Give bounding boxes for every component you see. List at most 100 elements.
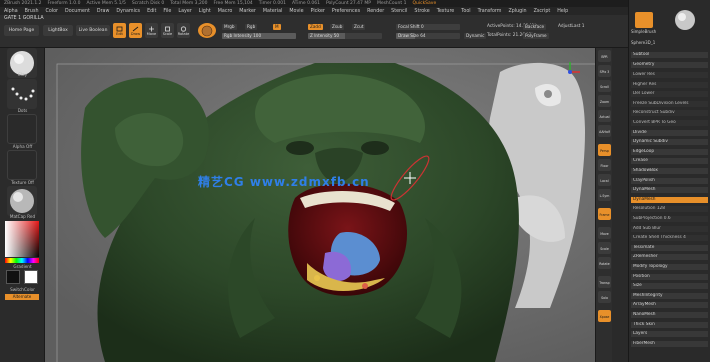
home-page-button[interactable]: Home Page [4,25,39,36]
document-canvas[interactable] [45,48,595,362]
tool-palette-row[interactable]: Create Shell Thickness 4 [631,235,708,242]
spix-button[interactable]: SPix 3 [598,65,611,77]
tool-palette-row[interactable]: ArrayMesh [631,302,708,309]
subtool-section[interactable]: Subtool [631,52,708,58]
stroke-selector[interactable] [7,79,37,109]
rotate-view-button[interactable]: Rotate [598,257,611,269]
tool-palette-row[interactable]: EdgeLoop [631,148,708,155]
tool-palette-row[interactable]: Thick Skin [631,321,708,328]
menu-item[interactable]: Color [45,9,58,14]
tool-palette-row[interactable]: MeshIntegrity [631,292,708,299]
quicksave-button[interactable]: QuickSave [412,1,436,6]
menu-item[interactable]: File [163,9,171,14]
menu-item[interactable]: Tool [461,9,470,14]
aahalf-button[interactable]: AAHalf [598,125,611,137]
zsub-toggle[interactable]: Zsub [330,24,345,30]
solo-button[interactable]: Solo [598,291,611,303]
secondary-color-swatch[interactable] [24,270,38,284]
tool-palette-row[interactable]: Tessimate [631,244,708,251]
menu-item[interactable]: Light [199,9,211,14]
move-view-button[interactable]: Move [598,227,611,239]
menu-item[interactable]: Document [65,9,90,14]
sphere-tool-thumb[interactable] [673,8,697,32]
color-picker[interactable] [5,221,39,257]
menu-item[interactable]: Marker [239,9,256,14]
menu-item[interactable]: Dynamics [116,9,140,14]
hue-slider[interactable] [5,258,39,263]
switch-color-button[interactable]: SwitchColor [0,287,45,292]
tool-palette-row[interactable]: ShadowBox [631,168,708,174]
frame-button[interactable]: Frame [598,208,611,220]
lsym-button[interactable]: L.Sym [598,189,611,201]
draw-size-slider[interactable]: Draw Size 64 [396,33,460,39]
rotate-button[interactable]: Rotate [177,23,190,38]
scale-view-button[interactable]: Scale [598,242,611,254]
lightbox-button[interactable]: LightBox [43,25,73,36]
polyframe-toggle[interactable]: PolyFrame [523,33,549,39]
scroll-button[interactable]: Scroll [598,80,611,92]
alpha-selector[interactable] [7,114,37,144]
tool-palette-row[interactable]: SubProjection 0.6 [631,216,708,222]
rgb-toggle[interactable]: Rgb [245,24,258,30]
tool-palette-row[interactable]: FiberMesh [631,340,708,347]
draw-button[interactable]: Draw [129,23,142,38]
dynamic-toggle[interactable]: Dynamic [464,33,487,39]
menu-item[interactable]: Macro [218,9,233,14]
zadd-toggle[interactable]: Zadd [308,24,323,30]
menu-item[interactable]: Stencil [391,9,407,14]
rgb-intensity-slider[interactable]: Rgb Intensity 100 [222,33,296,39]
texture-selector[interactable] [7,150,37,180]
zoom-button[interactable]: Zoom [598,95,611,107]
xpose-button[interactable]: Xpose [598,310,611,322]
tool-palette-row[interactable]: Higher Res [631,81,708,88]
zcut-toggle[interactable]: Zcut [352,24,366,30]
viewport-render[interactable] [45,48,595,362]
transp-button[interactable]: Transp [598,276,611,288]
move-button[interactable]: Move [145,23,158,38]
persp-button[interactable]: Persp [598,144,611,156]
bpr-button[interactable]: BPR [598,50,611,62]
menu-item[interactable]: Alpha [4,9,18,14]
tool-palette-row[interactable]: NanoMesh [631,312,708,318]
tool-palette-row[interactable]: Modify Topology [631,264,708,270]
material-sphere-button[interactable] [198,23,216,38]
menu-item[interactable]: Draw [97,9,110,14]
backface-toggle[interactable]: Backface [523,24,547,30]
local-button[interactable]: Local [598,174,611,186]
focal-shift-slider[interactable]: Focal Shift 0 [396,24,460,30]
menu-item[interactable]: Zscript [534,9,551,14]
tool-palette-row[interactable]: Resolution 128 [631,206,708,213]
m-toggle[interactable]: M [273,24,281,30]
tool-palette-row[interactable]: DynaMesh [631,187,708,194]
tool-palette-row[interactable]: Position [631,273,708,280]
menu-item[interactable]: Material [263,9,283,14]
tool-palette-row[interactable]: Crease [631,158,708,165]
menu-item[interactable]: Movie [289,9,303,14]
menu-item[interactable]: Brush [25,9,39,14]
mrgb-toggle[interactable]: Mrgb [222,24,237,30]
menu-item[interactable]: Transform [478,9,502,14]
tool-palette-row[interactable]: ZRemesher [631,254,708,261]
menu-item[interactable]: Texture [437,9,455,14]
scale-button[interactable]: Scale [161,23,174,38]
tool-palette-row[interactable]: Add Sub Blur [631,225,708,232]
geometry-section[interactable]: Geometry [631,62,708,68]
tool-palette-row[interactable]: Freeze SubDivision Levels [631,100,708,107]
z-intensity-slider[interactable]: Z Intensity 50 [308,33,382,39]
simplebrush-thumb[interactable] [635,12,653,28]
menu-item[interactable]: Stroke [414,9,429,14]
tool-palette-row[interactable]: Dynamic Subdiv [631,139,708,146]
tool-palette-row[interactable]: Divide [631,129,708,136]
tool-palette-row[interactable]: DynaMesh [631,196,708,203]
menu-item[interactable]: Edit [147,9,156,14]
actual-button[interactable]: Actual [598,110,611,122]
menu-item[interactable]: Layer [178,9,191,14]
edit-button[interactable]: Edit [113,23,126,38]
live-boolean-button[interactable]: Live Boolean [76,25,110,36]
alternate-button[interactable]: Alternate [5,294,39,300]
tool-palette-row[interactable]: Del Lower [631,91,708,98]
menu-item[interactable]: Zplugin [508,9,526,14]
menu-item[interactable]: Help [557,9,568,14]
menu-item[interactable]: Render [367,9,384,14]
menu-item[interactable]: Preferences [332,9,360,14]
